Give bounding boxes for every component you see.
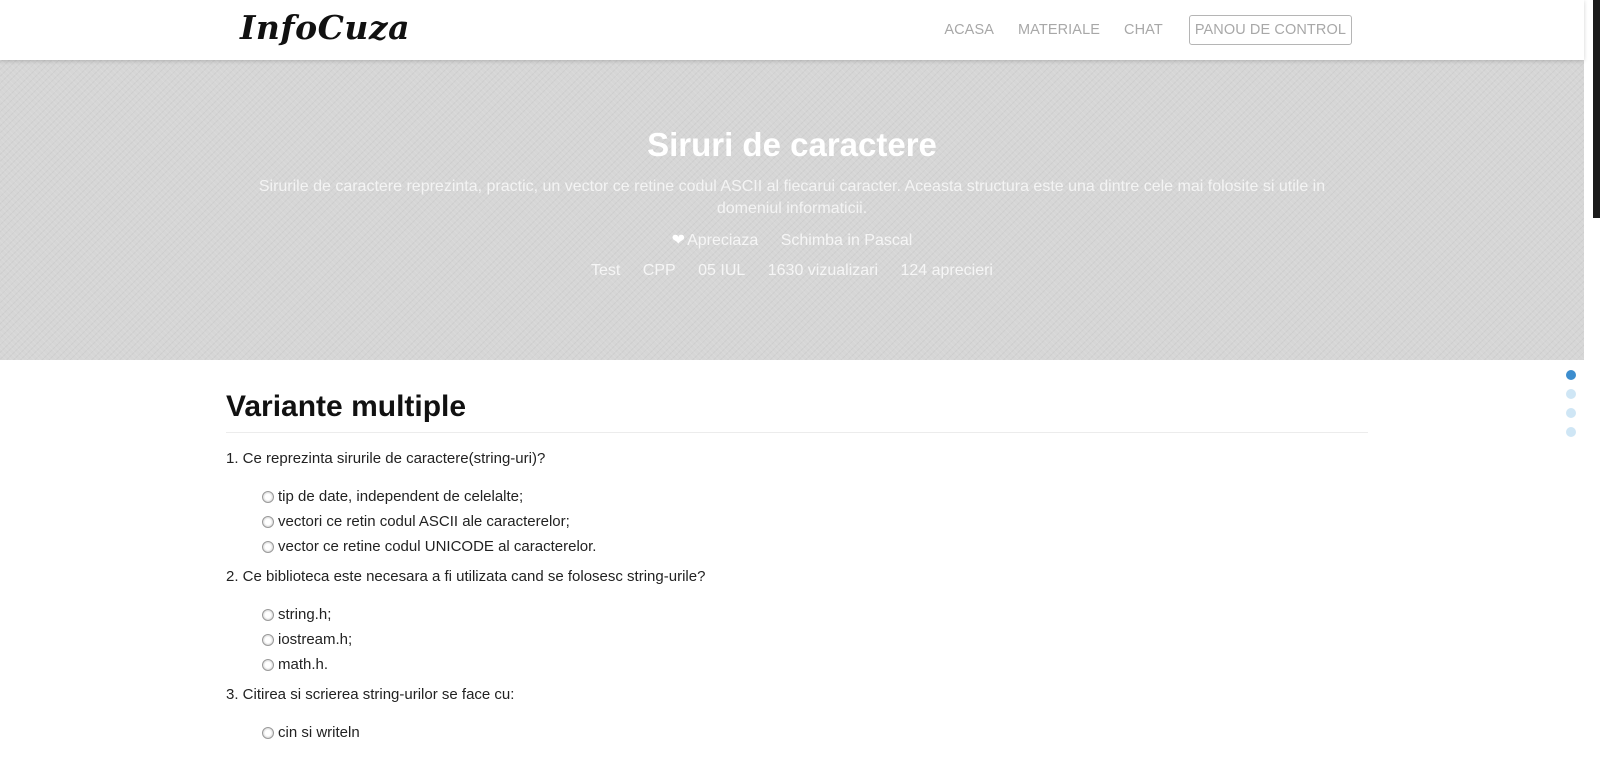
dot-nav-item[interactable] xyxy=(1566,408,1576,418)
options-list: cin si writeln xyxy=(262,723,1368,748)
question-text: 2. Ce biblioteca este necesara a fi util… xyxy=(226,568,706,585)
dot-nav-item[interactable] xyxy=(1566,389,1576,399)
question-block: 1. Ce reprezinta sirurile de caractere(s… xyxy=(226,449,1368,562)
option-label: tip de date, independent de celelalte; xyxy=(278,488,524,505)
option-label: iostream.h; xyxy=(278,631,353,648)
radio-button[interactable] xyxy=(262,659,274,671)
meta-type: Test xyxy=(591,262,621,279)
option-label: vector ce retine codul UNICODE al caract… xyxy=(278,538,597,555)
main-nav: ACASA MATERIALE CHAT PANOU DE CONTROL xyxy=(920,14,1352,45)
page-description: Sirurile de caractere reprezinta, practi… xyxy=(258,178,1326,217)
section-dot-nav xyxy=(1566,370,1578,446)
hero-banner: Siruri de caractere Sirurile de caracter… xyxy=(0,60,1584,360)
radio-button[interactable] xyxy=(262,634,274,646)
meta-date: 05 IUL xyxy=(698,262,746,279)
question-text: 1. Ce reprezinta sirurile de caractere(s… xyxy=(226,450,546,467)
option-item: tip de date, independent de celelalte; xyxy=(262,487,1368,512)
option-item: vectori ce retin codul ASCII ale caracte… xyxy=(262,512,1368,537)
options-list: tip de date, independent de celelalte; v… xyxy=(262,487,1368,562)
vertical-scrollbar[interactable] xyxy=(1584,0,1600,762)
switch-language-button[interactable]: Schimba in Pascal xyxy=(781,232,913,249)
section-title: Variante multiple xyxy=(226,390,1368,433)
hero-meta: Test CPP 05 IUL 1630 vizualizari 124 apr… xyxy=(0,262,1584,280)
quiz-content: Variante multiple 1. Ce reprezinta sirur… xyxy=(226,360,1368,748)
option-label: math.h. xyxy=(278,656,329,673)
radio-button[interactable] xyxy=(262,609,274,621)
hero-actions: ❤ Apreciaza Schimba in Pascal xyxy=(0,230,1584,250)
scrollbar-thumb[interactable] xyxy=(1593,0,1600,218)
like-button[interactable]: ❤ Apreciaza xyxy=(672,232,759,249)
question-block: 3. Citirea si scrierea string-urilor se … xyxy=(226,685,1368,748)
like-label: Apreciaza xyxy=(687,232,759,249)
nav-item-chat[interactable]: CHAT xyxy=(1124,22,1163,38)
heart-icon: ❤ xyxy=(671,232,686,249)
question-block: 2. Ce biblioteca este necesara a fi util… xyxy=(226,567,1368,680)
option-item: math.h. xyxy=(262,655,1368,680)
option-label: vectori ce retin codul ASCII ale caracte… xyxy=(278,513,570,530)
radio-button[interactable] xyxy=(262,541,274,553)
option-item: iostream.h; xyxy=(262,630,1368,655)
nav-item-materiale[interactable]: MATERIALE xyxy=(1018,22,1100,38)
nav-item-acasa[interactable]: ACASA xyxy=(944,22,994,38)
option-label: string.h; xyxy=(278,606,332,623)
meta-likes: 124 aprecieri xyxy=(900,262,993,279)
meta-language: CPP xyxy=(642,262,676,279)
radio-button[interactable] xyxy=(262,727,274,739)
radio-button[interactable] xyxy=(262,491,274,503)
control-panel-button[interactable]: PANOU DE CONTROL xyxy=(1188,14,1352,45)
options-list: string.h; iostream.h; math.h. xyxy=(262,605,1368,680)
brand-logo[interactable]: InfoCuza xyxy=(240,8,410,47)
page-title: Siruri de caractere xyxy=(647,126,937,163)
question-text: 3. Citirea si scrierea string-urilor se … xyxy=(226,686,515,703)
option-item: string.h; xyxy=(262,605,1368,630)
top-navbar: InfoCuza ACASA MATERIALE CHAT PANOU DE C… xyxy=(0,0,1584,60)
meta-views: 1630 vizualizari xyxy=(767,262,879,279)
dot-nav-item[interactable] xyxy=(1566,427,1576,437)
option-item: cin si writeln xyxy=(262,723,1368,748)
radio-button[interactable] xyxy=(262,516,274,528)
option-item: vector ce retine codul UNICODE al caract… xyxy=(262,537,1368,562)
dot-nav-item[interactable] xyxy=(1566,370,1576,380)
option-label: cin si writeln xyxy=(278,724,360,741)
